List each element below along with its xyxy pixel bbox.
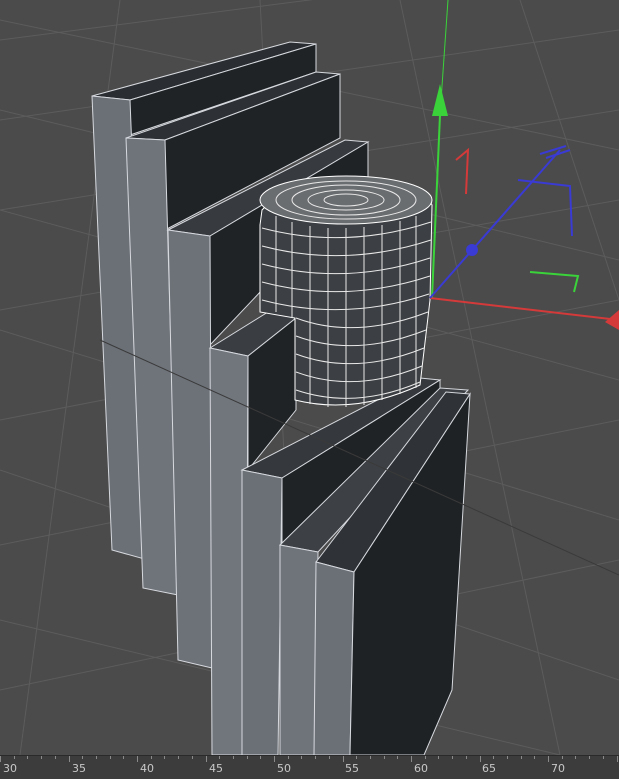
gizmo-x-axis-line bbox=[429, 297, 619, 321]
timeline-label-35: 35 bbox=[72, 762, 86, 775]
move-y-arrow-icon[interactable] bbox=[432, 84, 448, 116]
gizmo-z-axis-line bbox=[429, 149, 561, 299]
stepped-block-object[interactable] bbox=[91, 41, 471, 755]
timeline-label-65: 65 bbox=[482, 762, 496, 775]
3d-viewport[interactable] bbox=[0, 0, 619, 755]
slab-3-front bbox=[167, 229, 213, 669]
gizmo-y-axis-line bbox=[431, 114, 441, 299]
transform-gizmo[interactable] bbox=[429, 0, 619, 330]
rotate-y-handle-icon[interactable] bbox=[529, 271, 580, 293]
timeline-background bbox=[0, 756, 619, 779]
timeline-label-50: 50 bbox=[277, 762, 291, 775]
z-axis-center-dot-icon[interactable] bbox=[466, 244, 478, 256]
viewport-canvas[interactable] bbox=[0, 0, 619, 755]
timeline-ruler-canvas[interactable]: 30 35 40 45 50 55 60 65 70 bbox=[0, 756, 619, 779]
timeline-label-40: 40 bbox=[140, 762, 154, 775]
timeline-label-60: 60 bbox=[414, 762, 428, 775]
rotate-x-handle-icon[interactable] bbox=[455, 147, 470, 195]
timeline-label-45: 45 bbox=[209, 762, 223, 775]
timeline-label-55: 55 bbox=[345, 762, 359, 775]
timeline-label-70: 70 bbox=[551, 762, 565, 775]
cylinder-top-cap bbox=[259, 175, 433, 225]
slab-7-front bbox=[313, 561, 355, 755]
slab-5-front bbox=[241, 469, 283, 755]
timeline-label-30: 30 bbox=[3, 762, 17, 775]
timeline-ruler[interactable]: 30 35 40 45 50 55 60 65 70 bbox=[0, 755, 619, 779]
move-x-arrow-icon[interactable] bbox=[605, 310, 619, 330]
slab-6-front bbox=[279, 544, 319, 755]
